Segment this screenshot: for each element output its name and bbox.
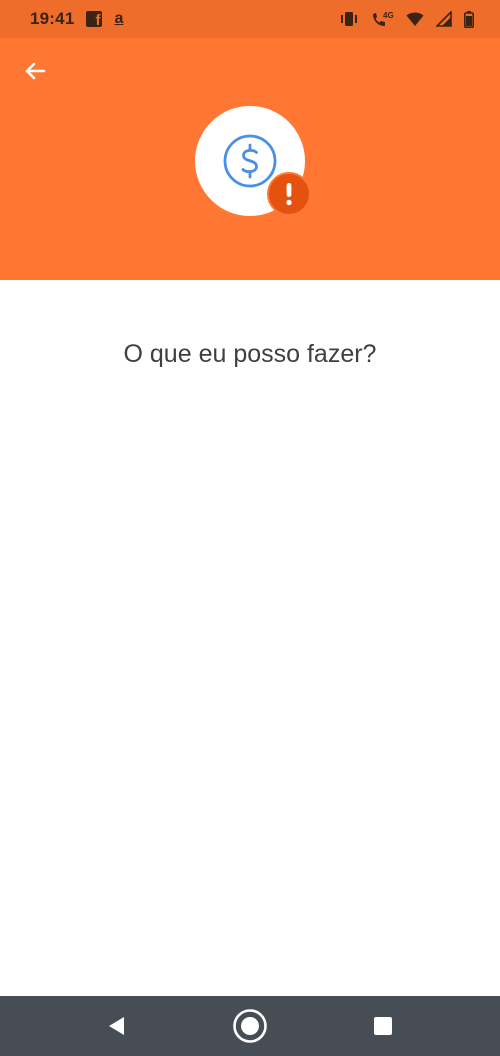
back-triangle-icon — [108, 1017, 124, 1035]
nav-home-button[interactable] — [230, 1006, 270, 1046]
page-title: O que eu posso fazer? — [123, 340, 377, 368]
facebook-icon — [86, 11, 103, 29]
dollar-circle-icon — [223, 134, 277, 188]
cell-signal-icon — [436, 11, 452, 27]
network-label: 4G — [383, 11, 394, 20]
recents-square-icon — [374, 1017, 393, 1035]
volte-call-icon: 4G — [373, 11, 394, 26]
status-bar: 19:41 a 4G — [0, 0, 500, 38]
exclamation-icon — [286, 183, 292, 206]
alert-badge — [267, 172, 311, 216]
navigation-bar — [0, 996, 500, 1056]
status-left: 19:41 a — [30, 9, 123, 29]
back-button[interactable] — [18, 54, 52, 88]
battery-icon — [464, 10, 474, 28]
wifi-icon — [406, 12, 424, 26]
vibrate-icon — [341, 12, 357, 26]
arrow-left-icon — [25, 62, 46, 80]
screen: 19:41 a 4G — [0, 0, 500, 1056]
amazon-icon: a — [114, 10, 124, 27]
home-circle-icon — [233, 1009, 267, 1043]
nav-recents-button[interactable] — [363, 1006, 403, 1046]
status-time: 19:41 — [30, 9, 75, 28]
header — [0, 38, 500, 280]
nav-back-button[interactable] — [97, 1006, 137, 1046]
status-right: 4G — [340, 10, 474, 28]
